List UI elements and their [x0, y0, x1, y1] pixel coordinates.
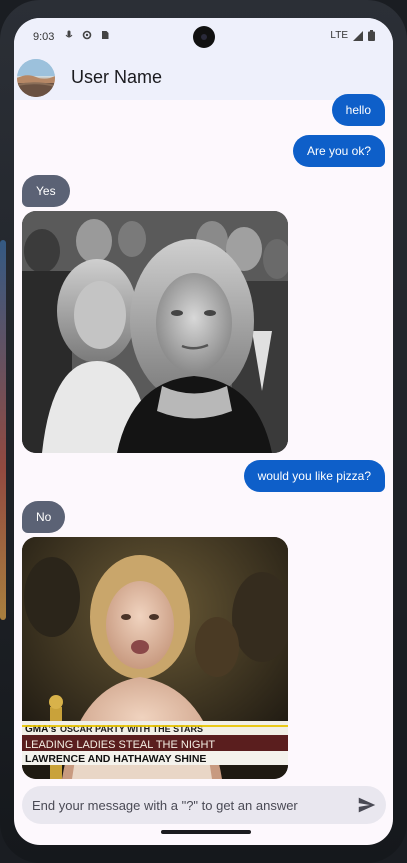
ticker-line2: LEADING LADIES STEAL THE NIGHT [25, 739, 215, 751]
status-icons-right: LTE [330, 30, 375, 41]
message-input[interactable] [32, 786, 342, 824]
mic-icon [65, 30, 73, 38]
message-composer [22, 786, 386, 824]
battery-icon [368, 30, 375, 41]
status-bar: 9:03 LTE [14, 18, 393, 58]
chat-user-name: User Name [71, 67, 163, 87]
sim-card-icon [102, 31, 109, 39]
gif-message[interactable]: GMA's OSCAR PARTY WITH THE STARS LEADING… [22, 537, 288, 779]
network-type: LTE [330, 30, 348, 41]
chat-messages: hello Are you ok? Yes would you like piz… [14, 94, 393, 782]
home-indicator[interactable] [161, 830, 251, 834]
message-bubble-received: No [22, 501, 66, 533]
signal-icon [353, 30, 363, 41]
avatar[interactable] [17, 59, 55, 97]
message-bubble-received: Yes [22, 175, 70, 207]
settings-icon [82, 30, 92, 40]
message-bubble-sent: Are you ok? [292, 135, 385, 167]
message-bubble-sent: would you like pizza? [243, 460, 385, 492]
gif-message[interactable] [22, 211, 288, 453]
gif-image-audience [22, 211, 288, 453]
gif-image-oscar-party: GMA's OSCAR PARTY WITH THE STARS LEADING… [22, 537, 288, 779]
front-camera [193, 26, 215, 48]
avatar-image [17, 59, 55, 97]
app-bar: User Name [14, 58, 393, 100]
status-time: 9:03 [33, 31, 55, 43]
ticker-line3: LAWRENCE AND HATHAWAY SHINE [25, 753, 206, 765]
screen: 9:03 LTE User Name hello Are you ok? Yes… [14, 18, 393, 845]
wallpaper-edge [0, 240, 6, 620]
status-icons-left [64, 30, 110, 40]
send-icon[interactable] [356, 794, 378, 816]
message-bubble-sent: hello [331, 94, 385, 126]
